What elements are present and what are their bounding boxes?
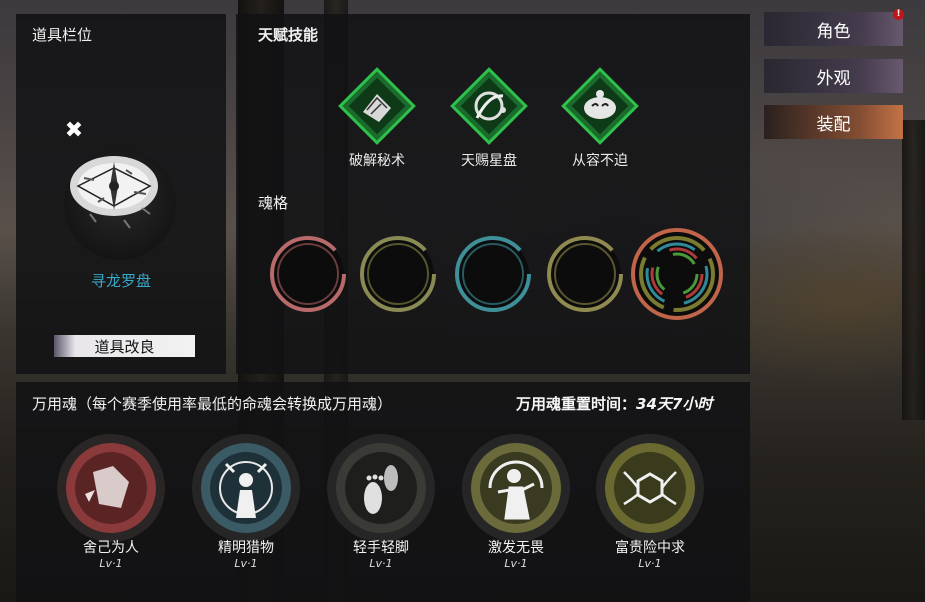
universal-soul-item[interactable]: 轻手轻脚 Lv·1 (325, 432, 437, 570)
universal-soul-item[interactable]: 富贵险中求 Lv·1 (594, 432, 706, 570)
universal-soul-title: 万用魂（每个赛季使用率最低的命魂会转换成万用魂） (32, 395, 393, 413)
soul-slot-5-multicolor[interactable] (628, 225, 726, 323)
talent-label: 天赐星盘 (461, 153, 517, 169)
book-icon (338, 67, 416, 145)
universal-soul-level: Lv·1 (638, 557, 662, 570)
reset-time-value: 34天7小时 (636, 395, 713, 413)
compass-item-icon (70, 156, 158, 229)
menu-loadout-button[interactable]: 装配 (764, 105, 903, 139)
smart-prey-icon (192, 434, 300, 542)
soul-slot-4[interactable] (543, 232, 627, 316)
reset-time-label: 万用魂重置时间： (516, 395, 637, 413)
soul-slot-1[interactable] (266, 232, 350, 316)
calm-face-icon (561, 67, 639, 145)
universal-soul-item[interactable]: 舍己为人 Lv·1 (55, 432, 167, 570)
universal-soul-name: 轻手轻脚 (353, 540, 409, 556)
menu-appearance-button[interactable]: 外观 (764, 59, 903, 93)
talent-label: 破解秘术 (349, 153, 405, 169)
talent-astrolabe[interactable]: 天赐星盘 (443, 64, 535, 170)
universal-soul-name: 精明猎物 (218, 540, 274, 556)
menu-character-button[interactable]: 角色 (764, 12, 903, 46)
universal-soul-name: 激发无畏 (488, 540, 544, 556)
fortune-risk-icon (596, 434, 704, 542)
universal-soul-level: Lv·1 (99, 557, 123, 570)
alert-badge: ! (893, 9, 904, 20)
talent-crack-secret[interactable]: 破解秘术 (331, 64, 423, 170)
item-slot[interactable] (64, 148, 176, 260)
soul-section-label: 魂格 (258, 194, 289, 212)
universal-soul-item[interactable]: 精明猎物 Lv·1 (190, 432, 302, 570)
selfless-icon (57, 434, 165, 542)
universal-soul-item[interactable]: 激发无畏 Lv·1 (460, 432, 572, 570)
item-upgrade-button[interactable]: 道具改良 (54, 335, 195, 357)
universal-soul-level: Lv·1 (369, 557, 393, 570)
footprint-icon (327, 434, 435, 542)
item-slot-title: 道具栏位 (32, 26, 93, 44)
background-tree-trunk (902, 120, 925, 420)
remove-item-icon[interactable]: ✖ (63, 120, 85, 142)
universal-soul-name: 舍己为人 (83, 540, 139, 556)
fearless-icon (462, 434, 570, 542)
talent-calm[interactable]: 从容不迫 (554, 64, 646, 170)
universal-soul-name: 富贵险中求 (615, 540, 685, 556)
universal-soul-level: Lv·1 (234, 557, 258, 570)
talent-title: 天赋技能 (258, 26, 319, 44)
talent-label: 从容不迫 (572, 153, 628, 169)
reset-time: 万用魂重置时间：34天7小时 (516, 393, 712, 414)
soul-slot-3[interactable] (451, 232, 535, 316)
astrolabe-icon (450, 67, 528, 145)
universal-soul-level: Lv·1 (504, 557, 528, 570)
item-name: 寻龙罗盘 (90, 272, 151, 290)
soul-slot-2[interactable] (356, 232, 440, 316)
